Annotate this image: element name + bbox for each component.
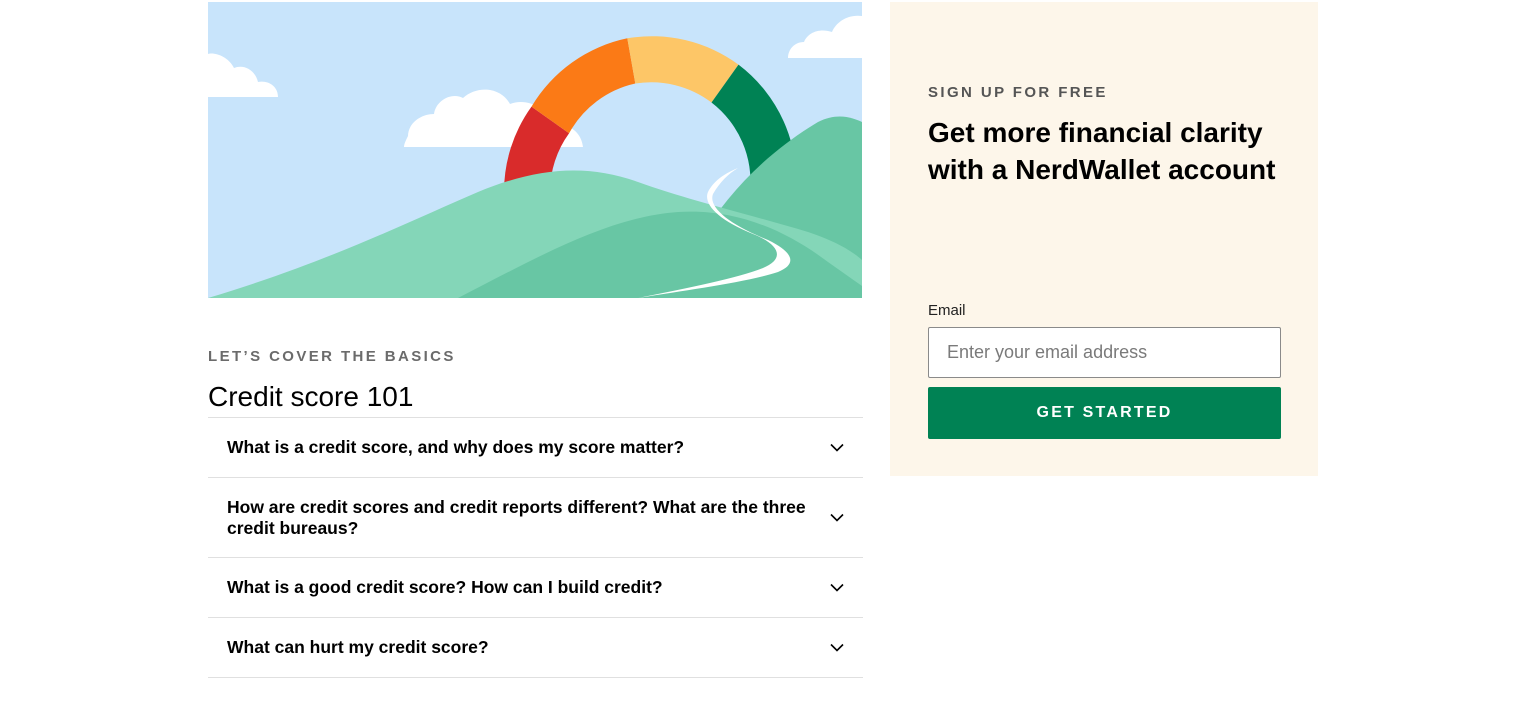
faq-accordion: What is a credit score, and why does my … [208,417,863,678]
chevron-down-icon[interactable] [829,583,845,593]
email-field[interactable] [928,327,1281,378]
section-title: Credit score 101 [208,381,414,412]
faq-item-hurt-credit-score[interactable]: What can hurt my credit score? [208,618,863,678]
hero-illustration [208,2,862,298]
basics-eyebrow: LET’S COVER THE BASICS [208,348,456,365]
faq-item-scores-vs-reports[interactable]: How are credit scores and credit reports… [208,478,863,558]
signup-title: Get more financial clarity with a NerdWa… [928,117,1276,185]
faq-item-good-credit-score[interactable]: What is a good credit score? How can I b… [208,558,863,618]
get-started-button[interactable]: GET STARTED [928,387,1281,439]
faq-question: What is a good credit score? How can I b… [227,577,663,597]
signup-panel: SIGN UP FOR FREE Get more financial clar… [890,2,1318,476]
chevron-down-icon[interactable] [829,513,845,523]
faq-item-credit-score-matter[interactable]: What is a credit score, and why does my … [208,418,863,478]
credit-gauge-illustration [208,2,862,298]
email-label: Email [928,302,966,319]
signup-eyebrow: SIGN UP FOR FREE [928,84,1108,101]
chevron-down-icon[interactable] [829,643,845,653]
faq-question: How are credit scores and credit reports… [227,496,806,538]
faq-question: What can hurt my credit score? [227,637,489,657]
chevron-down-icon[interactable] [829,443,845,453]
faq-question: What is a credit score, and why does my … [227,437,685,457]
